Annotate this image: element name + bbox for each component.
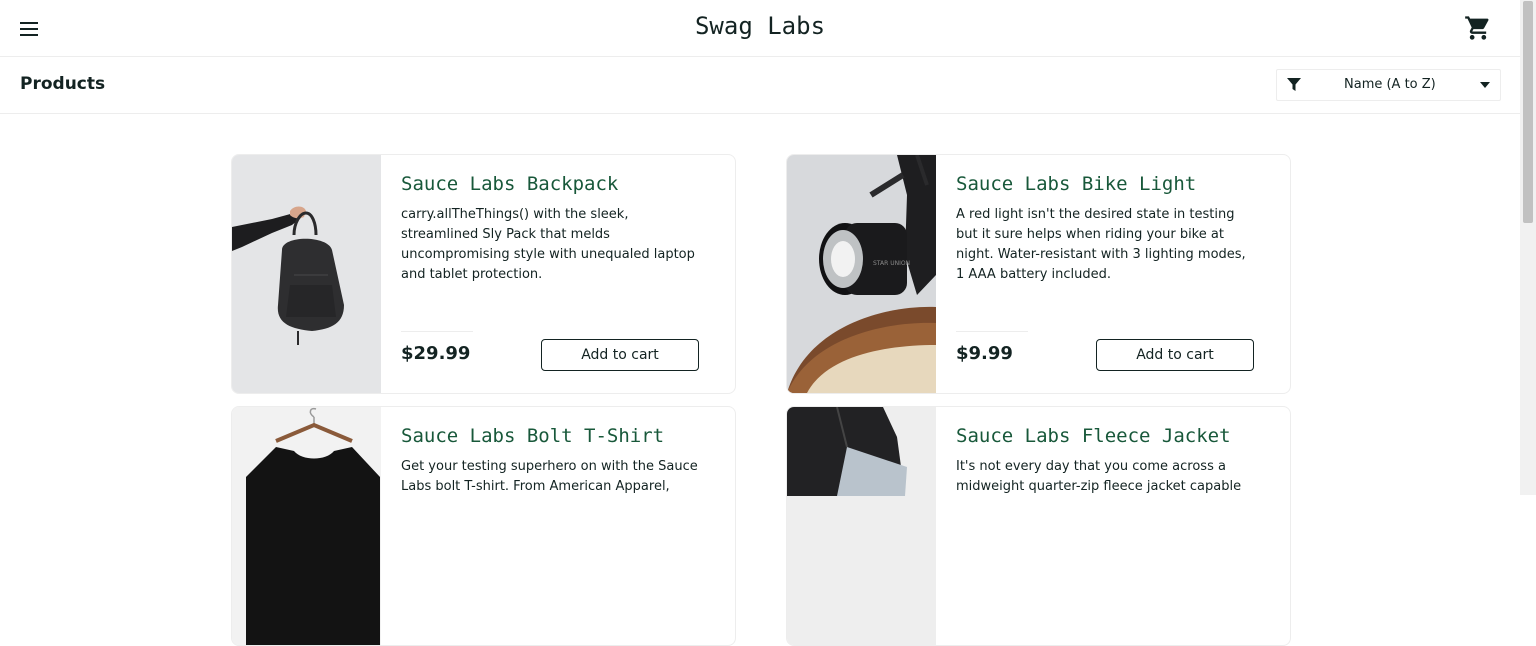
app-logo: Swag Labs	[694, 12, 826, 40]
product-description: Get your testing superhero on with the S…	[401, 459, 698, 494]
add-to-cart-button[interactable]: Add to cart	[541, 339, 699, 371]
shopping-cart-icon[interactable]	[1464, 14, 1492, 42]
chevron-down-icon	[1480, 82, 1490, 88]
product-price: $9.99	[956, 343, 1013, 364]
product-name[interactable]: Sauce Labs Bike Light	[956, 173, 1196, 195]
divider	[956, 331, 1028, 332]
primary-header: Swag Labs	[0, 0, 1520, 57]
product-price: $29.99	[401, 343, 471, 364]
product-name[interactable]: Sauce Labs Fleece Jacket	[956, 425, 1231, 447]
inventory-item: Sauce Labs Backpack carry.allTheThings()…	[231, 154, 736, 394]
product-description: It's not every day that you come across …	[956, 459, 1242, 494]
product-description: A red light isn't the desired state in t…	[956, 207, 1246, 282]
vertical-scrollbar[interactable]	[1520, 0, 1536, 495]
product-description: carry.allTheThings() with the sleek, str…	[401, 207, 695, 282]
product-image[interactable]	[787, 407, 936, 645]
filter-icon	[1287, 78, 1301, 91]
svg-text:STAR UNION: STAR UNION	[873, 260, 910, 267]
product-image[interactable]: STAR UNION	[787, 155, 936, 393]
product-name[interactable]: Sauce Labs Backpack	[401, 173, 618, 195]
sort-dropdown[interactable]: Name (A to Z)	[1276, 69, 1501, 101]
product-image[interactable]	[232, 155, 381, 393]
sort-selected-value: Name (A to Z)	[1344, 77, 1436, 92]
product-name[interactable]: Sauce Labs Bolt T-Shirt	[401, 425, 664, 447]
scrollbar-thumb[interactable]	[1523, 1, 1533, 223]
inventory-item: Sauce Labs Bolt T-Shirt Get your testing…	[231, 406, 736, 646]
divider	[401, 331, 473, 332]
inventory-item: STAR UNION Sauce Labs Bike Light A red l…	[786, 154, 1291, 394]
product-image[interactable]	[232, 407, 381, 645]
inventory-item: Sauce Labs Fleece Jacket It's not every …	[786, 406, 1291, 646]
secondary-header: Products Name (A to Z)	[0, 57, 1520, 114]
page-title: Products	[20, 74, 106, 94]
add-to-cart-button[interactable]: Add to cart	[1096, 339, 1254, 371]
